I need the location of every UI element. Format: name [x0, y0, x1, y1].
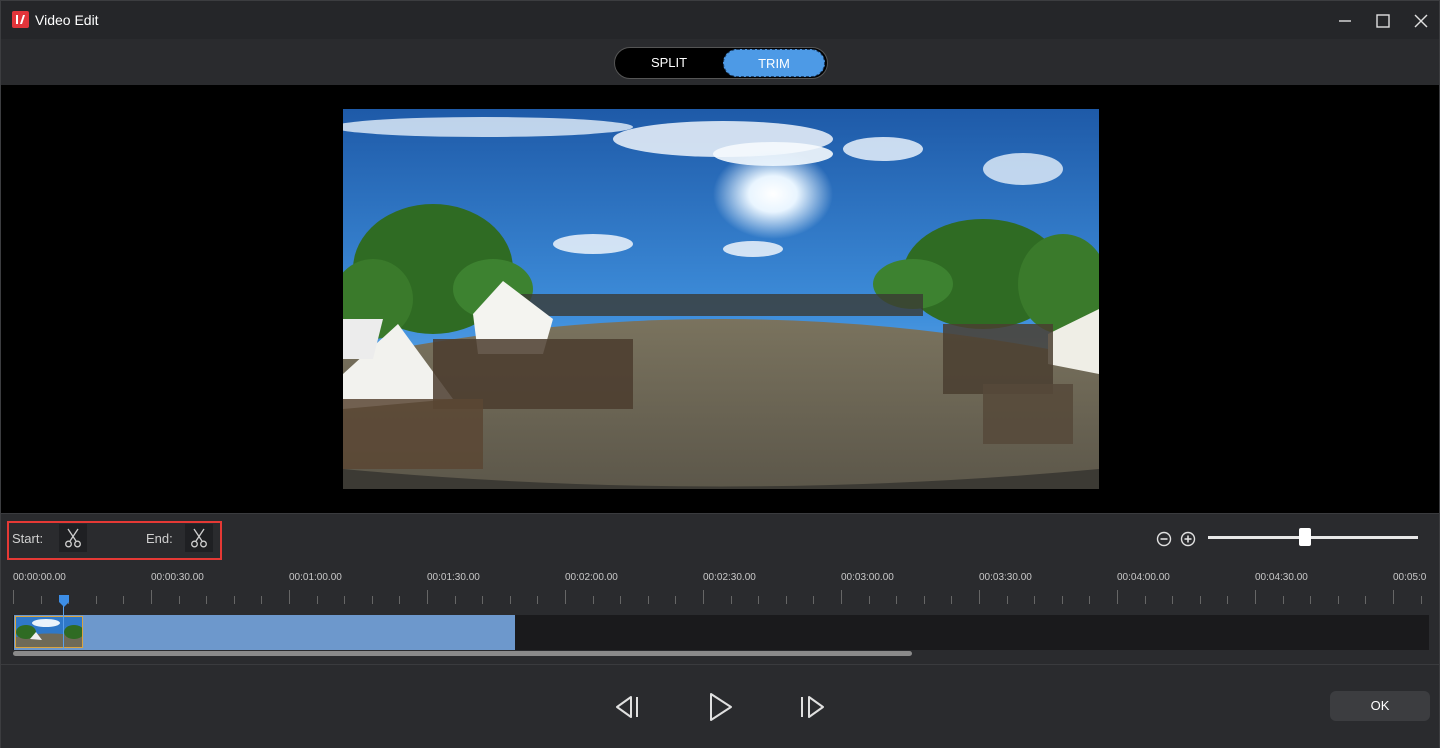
ruler-time-label: 00:02:00.00	[565, 572, 618, 583]
ruler-tick	[427, 590, 428, 604]
scissors-icon	[191, 528, 207, 548]
ruler-tick	[896, 596, 897, 604]
app-logo-icon	[12, 11, 29, 28]
previous-frame-icon[interactable]	[609, 691, 643, 723]
video-preview-frame	[343, 109, 1099, 489]
video-preview-area	[1, 85, 1439, 513]
timeline[interactable]: 00:00:00.00 00:00:30.00 00:01:00.00 00:01:3…	[1, 560, 1439, 664]
timeline-scrollbar[interactable]	[13, 651, 912, 656]
window-title: Video Edit	[35, 12, 99, 28]
ruler-time-label: 00:03:00.00	[841, 572, 894, 583]
minimize-icon[interactable]	[1333, 9, 1357, 33]
ok-button[interactable]: OK	[1330, 691, 1430, 721]
ruler-tick	[123, 596, 124, 604]
ruler-tick	[41, 596, 42, 604]
ruler-tick	[1283, 596, 1284, 604]
ruler-time-label: 00:04:30.00	[1255, 572, 1308, 583]
clip-thumbnail	[15, 616, 83, 648]
next-frame-icon[interactable]	[797, 691, 831, 723]
ruler-time-label: 00:00:00.00	[13, 572, 66, 583]
ruler-tick	[344, 596, 345, 604]
video-clip[interactable]	[14, 615, 515, 650]
ruler-tick	[206, 596, 207, 604]
ruler-time-label: 00:02:30.00	[703, 572, 756, 583]
ruler-tick	[1117, 590, 1118, 604]
ruler-tick	[1200, 596, 1201, 604]
ruler-tick	[786, 596, 787, 604]
end-label: End:	[146, 531, 173, 546]
ruler-tick	[289, 590, 290, 604]
close-icon[interactable]	[1409, 9, 1433, 33]
ruler-tick	[758, 596, 759, 604]
maximize-icon[interactable]	[1371, 9, 1395, 33]
ruler-tick	[510, 596, 511, 604]
ruler-tick	[1365, 596, 1366, 604]
play-icon[interactable]	[703, 691, 737, 723]
ruler-tick	[1172, 596, 1173, 604]
ruler-tick	[1007, 596, 1008, 604]
ruler-time-label: 00:01:30.00	[427, 572, 480, 583]
ruler-time-label: 00:01:00.00	[289, 572, 342, 583]
ruler-tick	[179, 596, 180, 604]
ruler-tick	[399, 596, 400, 604]
zoom-slider-thumb[interactable]	[1299, 528, 1311, 546]
ruler-tick	[372, 596, 373, 604]
ruler-tick	[1145, 596, 1146, 604]
ruler-tick	[96, 596, 97, 604]
zoom-out-icon[interactable]	[1156, 531, 1172, 547]
ruler-tick	[1227, 596, 1228, 604]
playhead-marker[interactable]	[59, 594, 69, 607]
ruler-time-label: 00:04:00.00	[1117, 572, 1170, 583]
ruler-tick	[648, 596, 649, 604]
end-scissor-button[interactable]	[185, 524, 213, 552]
ruler-tick	[924, 596, 925, 604]
ruler-tick	[1034, 596, 1035, 604]
ruler-tick	[565, 590, 566, 604]
ruler-tick	[455, 596, 456, 604]
ruler-tick	[1310, 596, 1311, 604]
title-bar: Video Edit	[1, 1, 1439, 39]
ruler-tick	[482, 596, 483, 604]
zoom-slider-track[interactable]	[1208, 536, 1418, 539]
ruler-tick	[1338, 596, 1339, 604]
ruler-tick	[593, 596, 594, 604]
ruler-tick	[1421, 596, 1422, 604]
ruler-tick	[979, 590, 980, 604]
ruler-time-label: 00:00:30.00	[151, 572, 204, 583]
video-edit-window: Video Edit SPLIT TRIM Start: End: 00:00:…	[0, 0, 1440, 748]
mode-bar: SPLIT TRIM	[1, 39, 1439, 85]
ruler-tick	[1393, 590, 1394, 604]
trim-controls: Start: End:	[1, 513, 1439, 561]
ruler-time-label: 00:03:30.00	[979, 572, 1032, 583]
start-scissor-button[interactable]	[59, 524, 87, 552]
ruler-tick	[703, 590, 704, 604]
ruler-tick	[1255, 590, 1256, 604]
ruler-tick	[951, 596, 952, 604]
playhead-line	[63, 604, 64, 649]
ruler-tick	[620, 596, 621, 604]
ruler-tick	[537, 596, 538, 604]
playback-bar: OK	[1, 664, 1439, 748]
tab-trim[interactable]: TRIM	[723, 49, 825, 77]
ruler-tick	[813, 596, 814, 604]
ruler-tick	[261, 596, 262, 604]
tab-split[interactable]: SPLIT	[619, 49, 719, 77]
ruler-tick	[841, 590, 842, 604]
ruler-tick	[234, 596, 235, 604]
scissors-icon	[65, 528, 81, 548]
ruler-tick	[869, 596, 870, 604]
ruler-tick	[13, 590, 14, 604]
ruler-tick	[151, 590, 152, 604]
ruler-tick	[1089, 596, 1090, 604]
ruler-time-label: 00:05:0	[1393, 572, 1427, 583]
zoom-in-icon[interactable]	[1180, 531, 1196, 547]
ruler-tick	[1062, 596, 1063, 604]
start-label: Start:	[12, 531, 44, 546]
mode-toggle: SPLIT TRIM	[614, 47, 828, 79]
ruler-tick	[675, 596, 676, 604]
ruler-tick	[317, 596, 318, 604]
ruler-tick	[731, 596, 732, 604]
